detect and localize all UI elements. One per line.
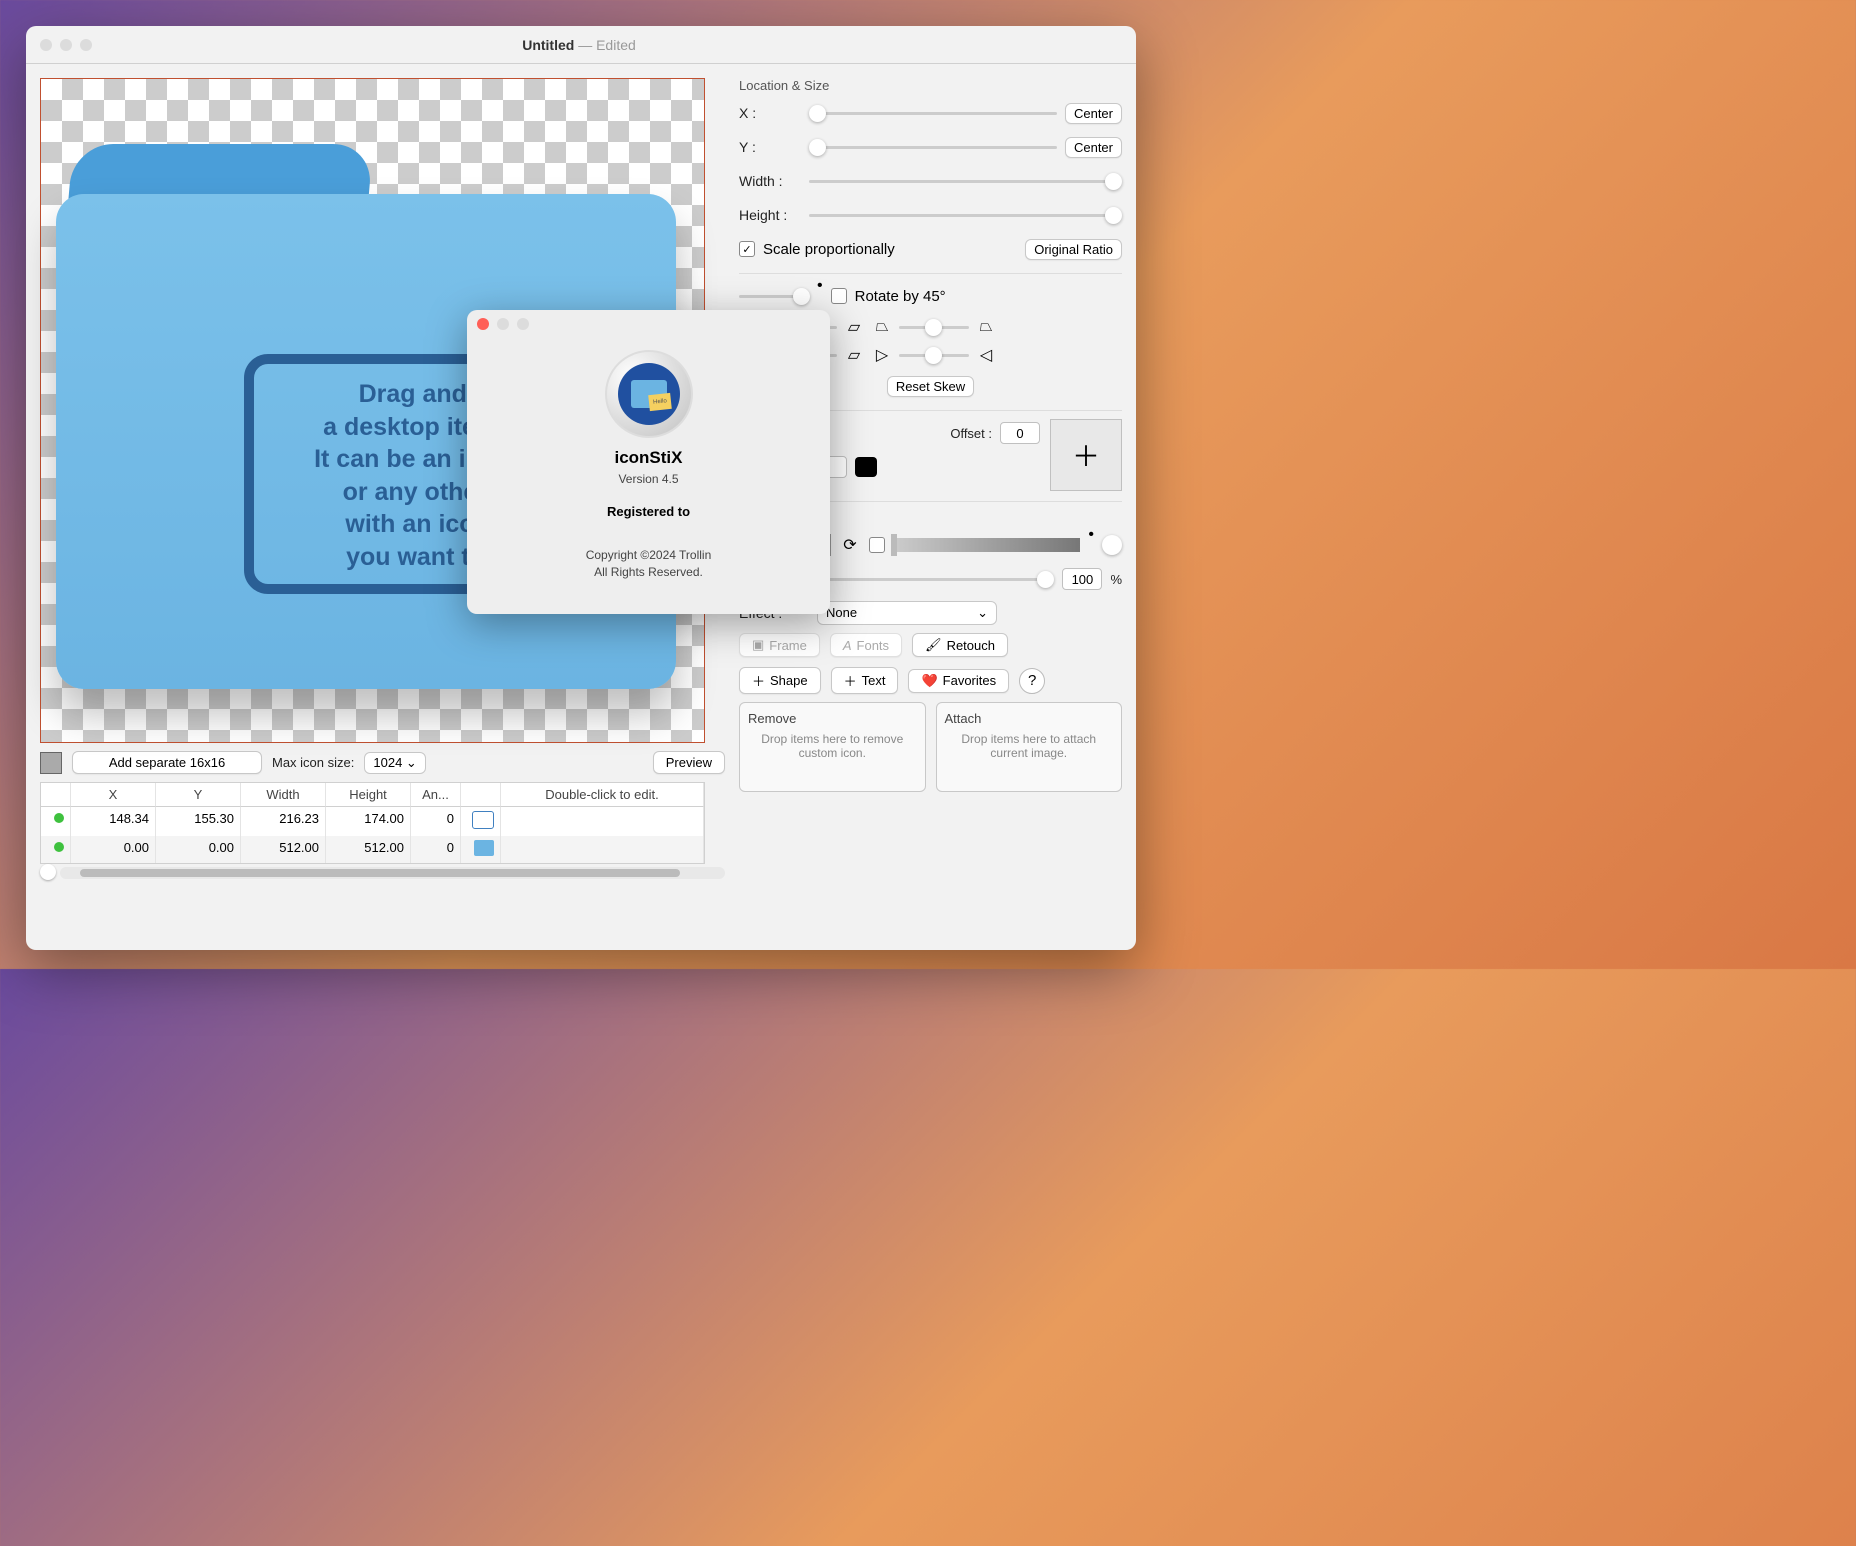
titlebar: Untitled — Edited xyxy=(26,26,1136,64)
col-angle[interactable]: An... xyxy=(411,783,461,807)
table-row[interactable]: 0.00 0.00 512.00 512.00 0 xyxy=(41,836,704,863)
width-slider[interactable] xyxy=(809,180,1122,183)
about-app-name: iconStiX xyxy=(614,448,682,468)
x-center-button[interactable]: Center xyxy=(1065,103,1122,124)
reload-icon[interactable]: ⟳ xyxy=(839,534,861,556)
rotate45-label: Rotate by 45° xyxy=(855,288,946,305)
zoom-icon xyxy=(517,318,529,330)
x-label: X : xyxy=(739,105,801,121)
x-slider[interactable] xyxy=(809,112,1057,115)
skew-right-icon: ▱ xyxy=(843,316,865,338)
persp-h-slider[interactable] xyxy=(899,326,969,329)
max-icon-select[interactable]: 1024 ⌄ xyxy=(364,752,425,774)
rotate45-checkbox[interactable] xyxy=(831,288,847,304)
retouch-button[interactable]: 🖌Retouch xyxy=(912,633,1008,657)
visibility-dot-icon[interactable] xyxy=(54,813,64,823)
about-titlebar xyxy=(467,310,830,338)
horizontal-scrollbar[interactable] xyxy=(60,867,725,879)
attach-label: Attach xyxy=(945,711,1114,726)
heart-icon: ❤️ xyxy=(921,673,937,689)
height-label: Height : xyxy=(739,207,801,223)
persp-bottom-icon: ⏢ xyxy=(975,316,997,338)
original-ratio-button[interactable]: Original Ratio xyxy=(1025,239,1122,260)
add-text-button[interactable]: ＋ Text xyxy=(831,667,899,694)
width-label: Width : xyxy=(739,173,801,189)
frame-thumb-icon xyxy=(472,811,494,829)
y-label: Y : xyxy=(739,139,801,155)
offset-input[interactable] xyxy=(1000,422,1040,444)
remove-msg: Drop items here to remove custom icon. xyxy=(748,732,917,760)
reset-skew-button[interactable]: Reset Skew xyxy=(887,376,974,397)
layer-table: X Y Width Height An... Double-click to e… xyxy=(40,782,705,864)
about-registered: Registered to xyxy=(607,504,690,519)
color-enable-checkbox[interactable] xyxy=(869,537,885,553)
zoom-icon[interactable] xyxy=(80,39,92,51)
opacity-input[interactable] xyxy=(1062,568,1102,590)
section-location-size: Location & Size xyxy=(739,78,1122,93)
edited-marker: — Edited xyxy=(578,37,636,53)
persp-v-slider[interactable] xyxy=(899,354,969,357)
opacity-slider[interactable] xyxy=(817,578,1054,581)
visibility-dot-icon[interactable] xyxy=(54,842,64,852)
about-window: Hello iconStiX Version 4.5 Registered to… xyxy=(467,310,830,614)
app-icon: Hello xyxy=(605,350,693,438)
col-x[interactable]: X xyxy=(71,783,156,807)
height-slider[interactable] xyxy=(809,214,1122,217)
scale-prop-checkbox[interactable]: ✓ xyxy=(739,241,755,257)
rotation-slider[interactable] xyxy=(739,295,809,298)
y-slider[interactable] xyxy=(809,146,1057,149)
add-separate-button[interactable]: Add separate 16x16 xyxy=(72,751,262,774)
window-title: Untitled — Edited xyxy=(92,37,1066,53)
traffic-lights xyxy=(40,39,92,51)
close-icon[interactable] xyxy=(40,39,52,51)
brush-icon: 🖌 xyxy=(925,637,942,653)
table-row[interactable]: 148.34 155.30 216.23 174.00 0 xyxy=(41,807,704,836)
close-icon[interactable] xyxy=(477,318,489,330)
folder-thumb-icon xyxy=(474,840,494,856)
scale-prop-label: Scale proportionally xyxy=(763,241,895,258)
y-center-button[interactable]: Center xyxy=(1065,137,1122,158)
frame-icon: ▣ xyxy=(752,637,764,653)
effect-select[interactable]: None⌄ xyxy=(817,601,997,625)
preview-button[interactable]: Preview xyxy=(653,751,725,774)
favorites-button[interactable]: ❤️ Favorites xyxy=(908,669,1009,693)
fonts-button[interactable]: AFonts xyxy=(830,633,902,657)
about-version: Version 4.5 xyxy=(618,472,678,486)
color-knob[interactable] xyxy=(1102,535,1122,555)
color-gradient[interactable] xyxy=(893,538,1080,552)
about-copyright: Copyright ©2024 Trollin All Rights Reser… xyxy=(586,547,712,581)
remove-label: Remove xyxy=(748,711,917,726)
remove-drop-zone[interactable]: Remove Drop items here to remove custom … xyxy=(739,702,926,792)
persp-right-icon: ◁ xyxy=(975,344,997,366)
persp-top-icon: ⏢ xyxy=(871,316,893,338)
attach-msg: Drop items here to attach current image. xyxy=(945,732,1114,760)
pct-label: % xyxy=(1110,572,1122,587)
frame-button[interactable]: ▣Frame xyxy=(739,633,820,657)
col-width[interactable]: Width xyxy=(241,783,326,807)
shadow-color-swatch[interactable] xyxy=(855,457,877,477)
title-text: Untitled xyxy=(522,37,574,53)
col-height[interactable]: Height xyxy=(326,783,411,807)
attach-drop-zone[interactable]: Attach Drop items here to attach current… xyxy=(936,702,1123,792)
help-button[interactable]: ? xyxy=(1019,668,1045,694)
font-icon: A xyxy=(843,638,852,653)
minimize-icon[interactable] xyxy=(60,39,72,51)
skew-down-icon: ▱ xyxy=(843,344,865,366)
col-y[interactable]: Y xyxy=(156,783,241,807)
add-shape-button[interactable]: ＋ Shape xyxy=(739,667,821,694)
add-element-button[interactable]: ＋ xyxy=(1050,419,1122,491)
minimize-icon xyxy=(497,318,509,330)
bg-color-swatch[interactable] xyxy=(40,752,62,774)
max-icon-label: Max icon size: xyxy=(272,755,354,770)
col-edit-hint: Double-click to edit. xyxy=(501,783,704,807)
zoom-knob[interactable] xyxy=(40,864,56,880)
offset-label: Offset : xyxy=(950,426,992,441)
persp-left-icon: ▷ xyxy=(871,344,893,366)
